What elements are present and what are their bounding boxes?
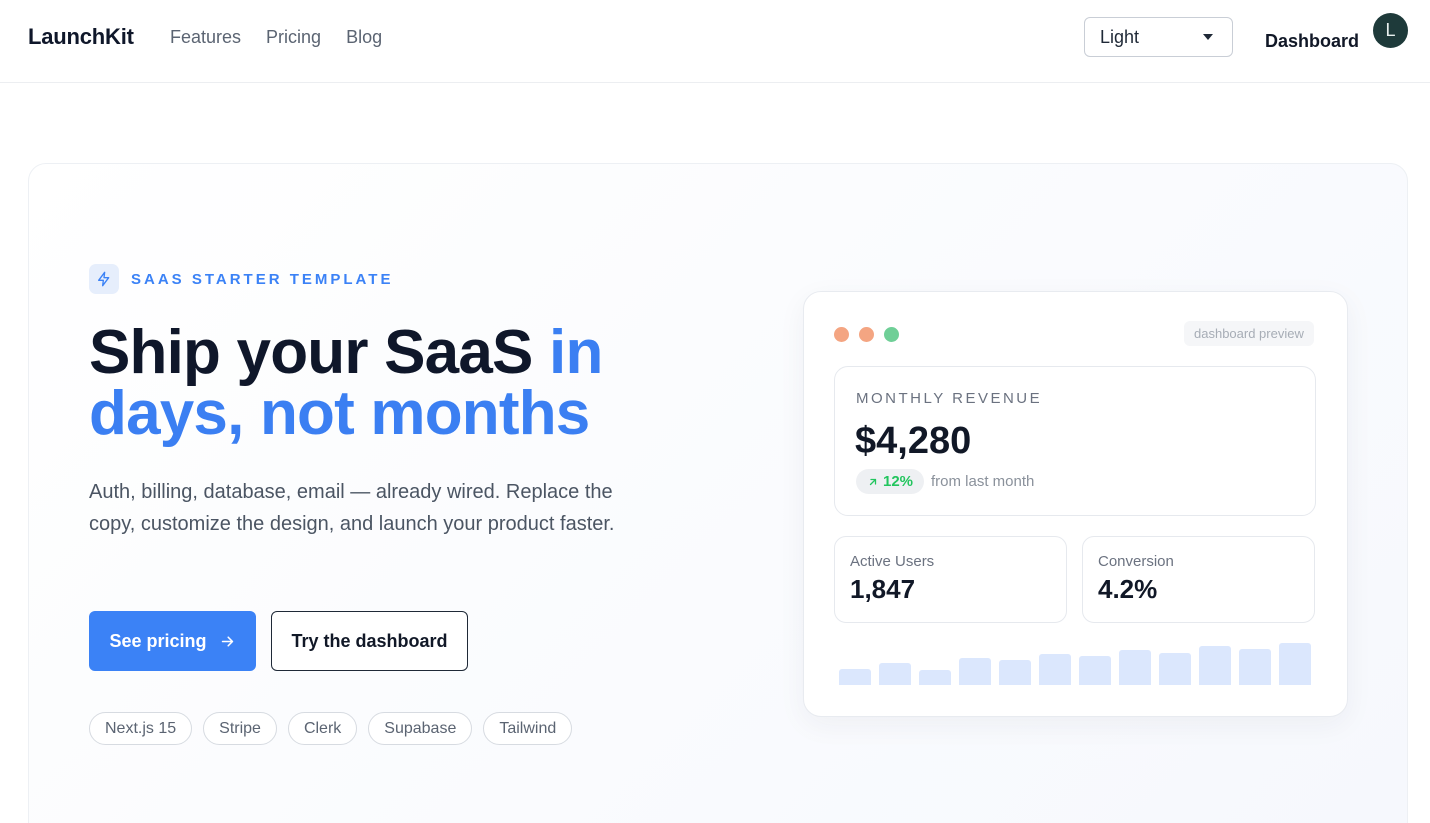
avatar[interactable]: L xyxy=(1373,13,1408,48)
logo[interactable]: LaunchKit xyxy=(28,24,134,50)
chart-bar xyxy=(839,669,871,685)
headline-main: Ship your SaaS xyxy=(89,318,550,387)
see-pricing-label: See pricing xyxy=(109,630,207,651)
metric-card-conversion: Conversion 4.2% xyxy=(1082,536,1315,623)
metric-value: 4.2% xyxy=(1098,574,1158,604)
chart-bar xyxy=(879,663,911,685)
try-dashboard-button[interactable]: Try the dashboard xyxy=(271,611,468,671)
main-nav: Features Pricing Blog xyxy=(170,27,382,48)
window-dot xyxy=(859,327,874,342)
tech-tag: Stripe xyxy=(203,712,277,745)
metric-label: Active Users xyxy=(850,553,935,570)
chart-bar xyxy=(1119,650,1151,685)
tech-tag: Tailwind xyxy=(483,712,573,745)
tech-tags: Next.js 15 Stripe Clerk Supabase Tailwin… xyxy=(89,712,573,745)
revenue-amount: $4,280 xyxy=(855,420,972,462)
chart-bar xyxy=(1239,649,1271,685)
chart-bar xyxy=(1199,646,1231,685)
badge-label: SAAS STARTER TEMPLATE xyxy=(131,270,394,288)
tech-tag: Supabase xyxy=(368,712,473,745)
chart-bar xyxy=(1079,656,1111,685)
tech-tag: Next.js 15 xyxy=(89,712,193,745)
change-note: from last month xyxy=(931,473,1035,490)
mini-bar-chart xyxy=(839,642,1313,685)
window-dot xyxy=(834,327,849,342)
window-dots xyxy=(834,327,899,342)
chart-bar xyxy=(999,660,1031,685)
preview-label: dashboard preview xyxy=(1184,321,1314,346)
metric-card-active-users: Active Users 1,847 xyxy=(834,536,1067,623)
metric-label: Conversion xyxy=(1098,553,1174,570)
chart-bar xyxy=(1159,653,1191,685)
change-value: 12% xyxy=(883,473,914,490)
caret-down-icon xyxy=(1203,34,1213,40)
arrow-up-right-icon xyxy=(869,478,877,485)
see-pricing-button[interactable]: See pricing xyxy=(89,611,256,671)
hero-headline: Ship your SaaS in days, not months xyxy=(89,322,709,445)
hero-section: SAAS STARTER TEMPLATE Ship your SaaS in … xyxy=(28,163,1408,823)
arrow-right-icon xyxy=(221,635,233,647)
bolt-icon xyxy=(89,264,119,294)
theme-select[interactable]: Light xyxy=(1084,17,1233,57)
metric-value: 1,847 xyxy=(850,574,916,604)
dashboard-link[interactable]: Dashboard xyxy=(1265,31,1359,52)
dashboard-preview-card: dashboard preview MONTHLY REVENUE $4,280… xyxy=(803,291,1348,717)
revenue-label: MONTHLY REVENUE xyxy=(856,390,1043,407)
chart-bar xyxy=(1039,654,1071,685)
theme-select-value: Light xyxy=(1100,26,1140,47)
hero-subtitle: Auth, billing, database, email — already… xyxy=(89,481,615,535)
nav-link-pricing[interactable]: Pricing xyxy=(266,27,321,48)
revenue-card: MONTHLY REVENUE $4,280 12% from last mon… xyxy=(834,366,1316,516)
change-badge: 12% xyxy=(856,469,925,494)
window-dot xyxy=(884,327,899,342)
tech-tag: Clerk xyxy=(287,712,358,745)
nav-link-blog[interactable]: Blog xyxy=(346,27,382,48)
chart-bar xyxy=(959,658,991,685)
chart-bar xyxy=(919,670,951,685)
top-nav-bar: LaunchKit Features Pricing Blog Light Da… xyxy=(0,0,1430,83)
hero-badge: SAAS STARTER TEMPLATE xyxy=(89,264,393,294)
nav-link-features[interactable]: Features xyxy=(170,27,241,48)
chart-bar xyxy=(1279,643,1311,685)
